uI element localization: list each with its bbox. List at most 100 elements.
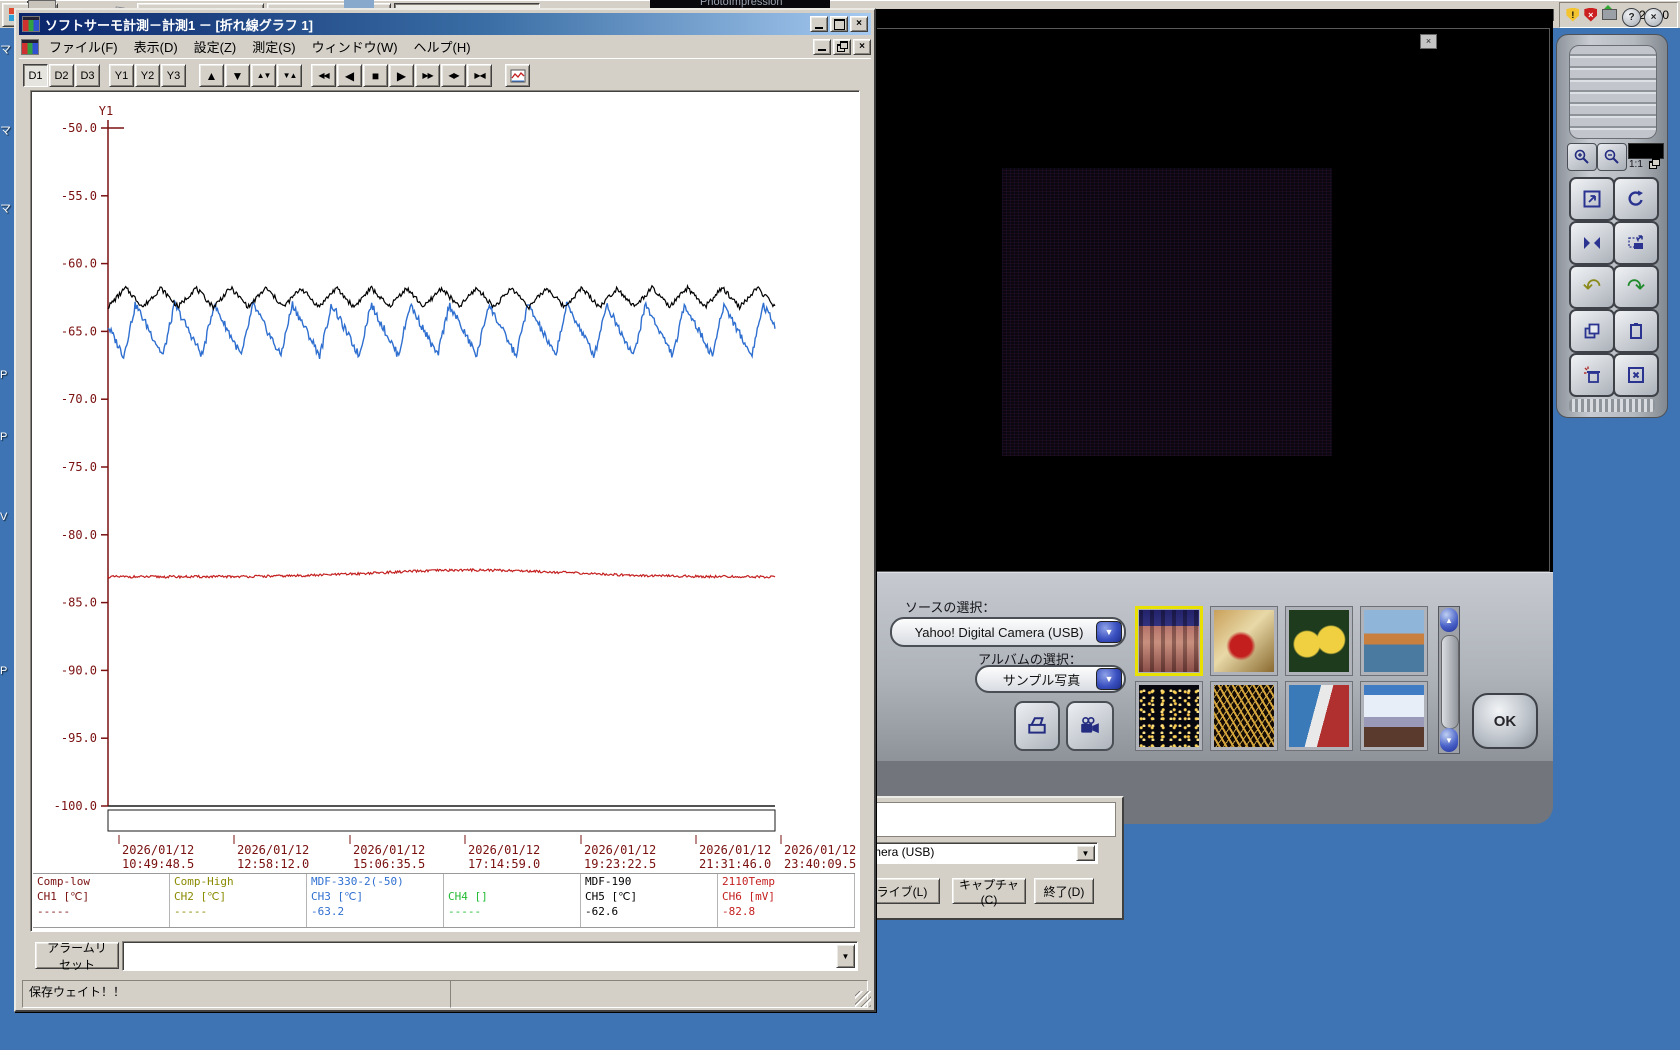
desktop-icon-label-fragment[interactable]: V [0, 511, 7, 523]
acquire-scanner-button[interactable] [1014, 701, 1060, 751]
close-button[interactable]: × [850, 16, 868, 32]
scroll-up-icon[interactable]: ▲ [1440, 608, 1458, 632]
photo-thumbnail-gold-light-weave[interactable] [1210, 681, 1278, 751]
album-select-dropdown[interactable]: サンプル写真 ▼ [975, 665, 1126, 693]
chevron-down-icon[interactable]: ▼ [836, 944, 855, 968]
exit-button[interactable]: 終了(D) [1034, 878, 1094, 904]
desktop-icon-label-fragment[interactable]: マ [0, 122, 11, 138]
desktop-icon-label-fragment[interactable]: マ [0, 200, 11, 216]
security-warning-shield-icon[interactable]: ! [1566, 8, 1579, 22]
menu-file[interactable]: ファイル(F) [41, 35, 126, 58]
zoom-out-button[interactable] [1597, 143, 1627, 171]
flip-horizontal-button[interactable] [1569, 221, 1615, 265]
toolbar-button-y3[interactable]: Y3 [161, 64, 186, 87]
toolbar-button-d2[interactable]: D2 [49, 64, 74, 87]
crop-rotate-button[interactable] [1613, 221, 1659, 265]
message-combobox[interactable]: ▼ [122, 941, 858, 971]
minimize-button[interactable] [810, 16, 828, 32]
photo-thumbnail-night-skyline[interactable] [1135, 681, 1203, 751]
camera-select-combobox[interactable]: mera (USB) ▼ [866, 842, 1098, 864]
paste-button[interactable] [1613, 309, 1659, 353]
desktop-icon-label-fragment[interactable]: P [0, 369, 7, 381]
compress-vertical-button[interactable]: ▼▲ [277, 64, 302, 87]
maximize-button[interactable] [830, 16, 848, 32]
scroll-up-button[interactable]: ▲ [199, 64, 224, 87]
menu-help[interactable]: ヘルプ(H) [406, 35, 479, 58]
menu-view[interactable]: 表示(D) [126, 35, 186, 58]
toolbar-button-d1[interactable]: D1 [23, 64, 48, 87]
mdi-restore-button[interactable] [833, 39, 851, 55]
resize-icon [1582, 189, 1602, 209]
scroll-down-button[interactable]: ▼ [225, 64, 250, 87]
step-forward-button[interactable]: ▶ [389, 64, 414, 87]
chevron-down-icon[interactable]: ▼ [1076, 845, 1095, 861]
lighthouse-image [1289, 685, 1349, 747]
mdi-minimize-button[interactable] [813, 39, 831, 55]
source-select-dropdown[interactable]: Yahoo! Digital Camera (USB) ▼ [890, 617, 1126, 647]
delete-button[interactable] [1569, 353, 1615, 397]
step-back-button[interactable]: ◀ [337, 64, 362, 87]
ok-button[interactable]: OK [1472, 693, 1538, 749]
desktop-icon-label-fragment[interactable]: P [0, 431, 7, 443]
toolbar-button-y2[interactable]: Y2 [135, 64, 160, 87]
menu-settings[interactable]: 設定(Z) [186, 35, 245, 58]
acquire-camera-button[interactable] [1066, 701, 1114, 751]
title-bar[interactable]: ソフトサーモ計測－計測1 － [折れ線グラフ 1] × [19, 13, 871, 35]
photo-thumbnail-desert-sky[interactable] [1360, 681, 1428, 751]
expand-horizontal-button[interactable]: ◀▶ [441, 64, 466, 87]
chevron-down-icon[interactable]: ▼ [1096, 621, 1122, 643]
safely-remove-hardware-icon[interactable] [1602, 9, 1617, 20]
rotate-button[interactable] [1613, 177, 1659, 221]
capture-button[interactable]: キャプチャ(C) [952, 878, 1026, 904]
paste-icon [1626, 321, 1646, 341]
resize-button[interactable] [1569, 177, 1615, 221]
undo-icon: ↶ [1583, 276, 1601, 298]
resize-grip[interactable] [855, 991, 871, 1007]
help-button[interactable]: ? [1622, 8, 1641, 27]
scrollbar-thumb[interactable] [1441, 635, 1459, 729]
menu-measure[interactable]: 測定(S) [244, 35, 303, 58]
svg-text:-75.0: -75.0 [61, 460, 97, 474]
stop-button[interactable]: ■ [363, 64, 388, 87]
chevron-down-icon[interactable]: ▼ [1096, 668, 1122, 690]
redo-button[interactable]: ↷ [1613, 265, 1659, 309]
desktop-icon-label-fragment[interactable]: P [0, 665, 7, 677]
copy-button[interactable] [1569, 309, 1615, 353]
svg-text:2026/01/12: 2026/01/12 [353, 843, 425, 857]
zoom-out-icon [1603, 148, 1621, 166]
restore-view-icon[interactable] [1649, 159, 1662, 170]
photo-thumbnail-harbor-town[interactable] [1360, 606, 1428, 676]
zoom-value-display [1628, 143, 1664, 159]
thumbnail-scrollbar[interactable]: ▲ ▼ [1438, 606, 1460, 754]
security-alert-shield-icon[interactable]: × [1584, 8, 1597, 22]
mdi-close-button[interactable]: × [853, 39, 871, 55]
toolbar: D1D2D3Y1Y2Y3▲▼▲▼▼▲◀◀◀■▶▶▶◀▶▶◀ [19, 58, 871, 92]
photo-thumbnail-cardinal-bird[interactable] [1210, 606, 1278, 676]
harbor-town-image [1364, 610, 1424, 672]
fast-rewind-button[interactable]: ◀◀ [311, 64, 336, 87]
compress-horizontal-button[interactable]: ▶◀ [467, 64, 492, 87]
toolbox-grip[interactable] [1569, 45, 1657, 139]
toolbox-grip[interactable] [1569, 399, 1655, 412]
toolbar-button-y1[interactable]: Y1 [109, 64, 134, 87]
close-button[interactable] [1613, 353, 1659, 397]
menu-window[interactable]: ウィンドウ(W) [304, 35, 406, 58]
undo-button[interactable]: ↶ [1569, 265, 1615, 309]
zoom-in-button[interactable] [1567, 143, 1597, 171]
desktop-icon-label-fragment[interactable]: マ [0, 41, 11, 57]
alarm-reset-button[interactable]: アラームリセット [35, 942, 119, 969]
preview-close-icon[interactable]: × [1420, 34, 1437, 49]
svg-text:-60.0: -60.0 [61, 257, 97, 271]
scroll-down-icon[interactable]: ▼ [1440, 728, 1458, 752]
photo-thumbnail-yellow-flowers[interactable] [1285, 606, 1353, 676]
graph-settings-button[interactable] [505, 64, 530, 87]
photo-thumbnail-lighthouse[interactable] [1285, 681, 1353, 751]
photo-thumbnail-rock-spires[interactable] [1135, 606, 1203, 676]
status-bar-text: 保存ウェイト！！ [22, 980, 460, 1008]
svg-text:2026/01/12: 2026/01/12 [237, 843, 309, 857]
close-app-button[interactable]: × [1644, 8, 1663, 27]
expand-vertical-button[interactable]: ▲▼ [251, 64, 276, 87]
toolbar-button-d3[interactable]: D3 [75, 64, 100, 87]
dialog-info-area [866, 802, 1116, 837]
fast-forward-button[interactable]: ▶▶ [415, 64, 440, 87]
